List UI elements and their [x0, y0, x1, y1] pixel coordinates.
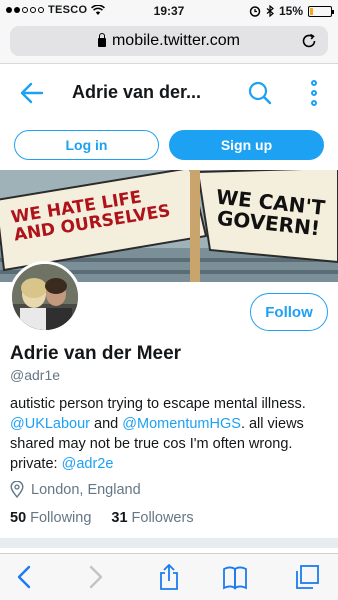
avatar[interactable] — [9, 261, 81, 333]
browser-forward-icon[interactable] — [82, 564, 108, 590]
bio-text: and — [90, 416, 123, 432]
battery-percent: 15% — [278, 4, 303, 18]
location-pin-icon — [10, 481, 24, 498]
followers-count: 31 — [111, 510, 128, 526]
url-text: mobile.twitter.com — [111, 32, 241, 49]
bio-mention-momentumhgs[interactable]: @MomentumHGS — [122, 416, 241, 432]
status-bar: TESCO 19:37 15% — [0, 0, 338, 22]
status-indicators: 15% — [249, 4, 334, 18]
bookmarks-icon[interactable] — [222, 564, 248, 590]
search-icon[interactable] — [248, 81, 272, 105]
browser-address-bar: mobile.twitter.com — [0, 22, 338, 64]
battery-icon — [308, 5, 334, 17]
followers-label: Followers — [131, 510, 194, 526]
share-icon[interactable] — [156, 564, 182, 590]
profile-handle: @adr1e — [10, 367, 61, 383]
browser-back-icon[interactable] — [12, 564, 38, 590]
more-options-icon[interactable] — [308, 80, 320, 106]
browser-toolbar — [0, 553, 338, 600]
bio-mention-uklabour[interactable]: @UKLabour — [10, 416, 90, 432]
tabs-icon[interactable] — [294, 564, 320, 590]
following-count: 50 — [10, 510, 27, 526]
alarm-icon — [249, 6, 261, 17]
url-field[interactable]: mobile.twitter.com — [10, 26, 328, 56]
back-arrow-icon[interactable] — [20, 82, 44, 104]
follow-button[interactable]: Follow — [250, 293, 328, 331]
section-divider — [0, 538, 338, 548]
following-link[interactable]: 50 Following — [10, 510, 91, 526]
bio-text: autistic person trying to escape mental … — [10, 396, 306, 412]
bluetooth-icon — [266, 5, 274, 17]
profile-stats: 50 Following 31 Followers — [10, 510, 194, 526]
signup-button[interactable]: Sign up — [169, 130, 324, 160]
location-text: London, England — [31, 481, 141, 498]
login-button[interactable]: Log in — [14, 130, 159, 160]
profile-bio: autistic person trying to escape mental … — [10, 394, 332, 474]
battery-level — [310, 7, 313, 15]
profile-name: Adrie van der Meer — [10, 343, 182, 364]
followers-link[interactable]: 31 Followers — [111, 510, 193, 526]
following-label: Following — [30, 510, 92, 526]
page-title: Adrie van der... — [72, 82, 202, 102]
profile-header: Adrie van der... — [0, 64, 338, 122]
profile-location: London, England — [10, 481, 141, 498]
lock-icon — [97, 32, 106, 47]
bio-mention-adr2e[interactable]: @adr2e — [62, 456, 114, 472]
avatar-photo — [12, 264, 78, 330]
auth-row: Log in Sign up — [0, 128, 338, 162]
reload-icon[interactable] — [300, 32, 318, 50]
